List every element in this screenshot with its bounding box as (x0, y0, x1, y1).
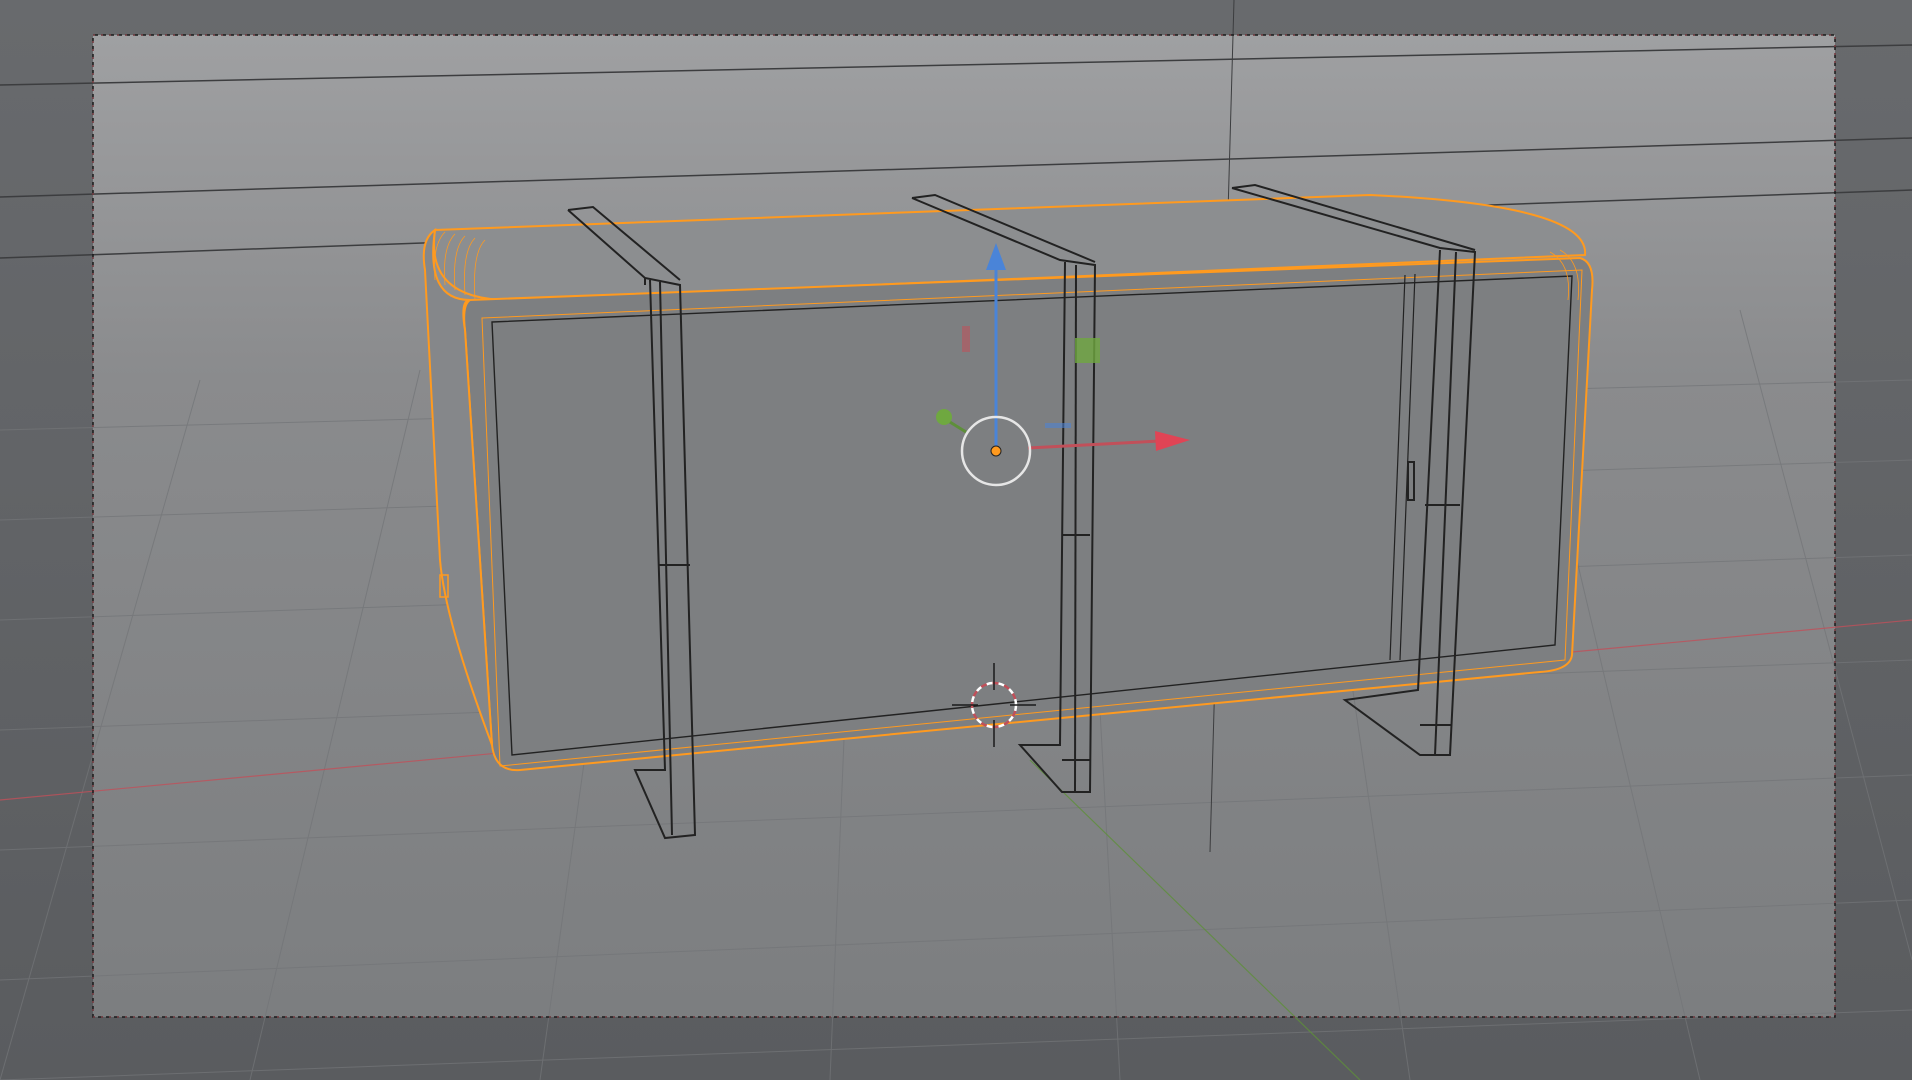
xy-plane-handle[interactable] (1045, 423, 1071, 428)
xz-plane-handle[interactable] (1075, 338, 1100, 363)
yz-plane-handle[interactable] (962, 326, 970, 352)
y-axis-handle-icon[interactable] (936, 409, 952, 425)
object-origin-icon (990, 445, 1002, 457)
3d-viewport[interactable] (0, 0, 1912, 1080)
